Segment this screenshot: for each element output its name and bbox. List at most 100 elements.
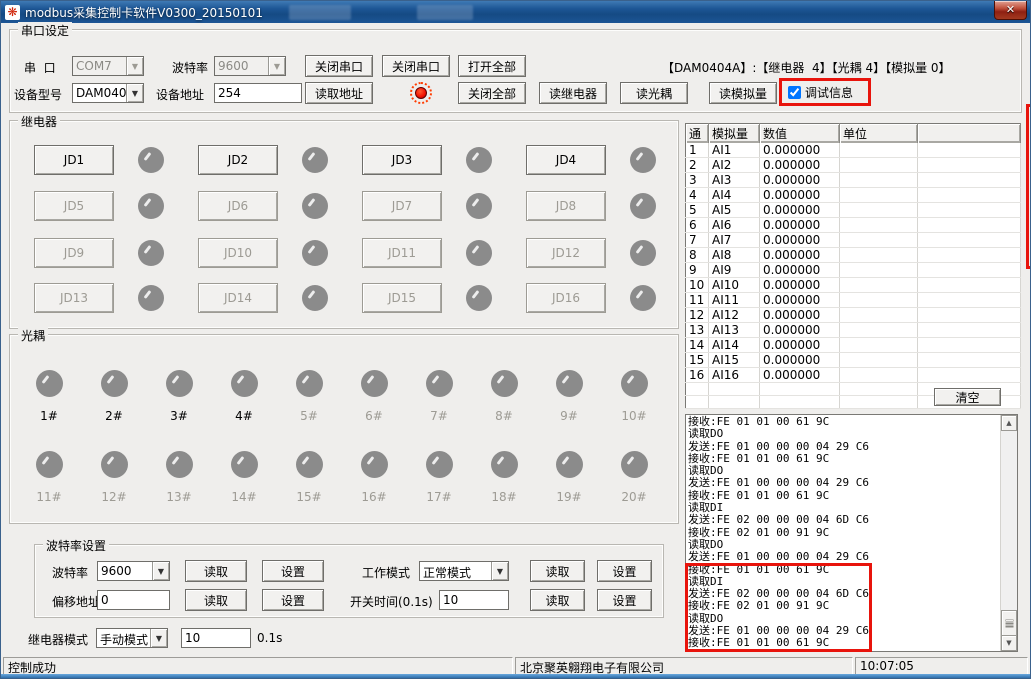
window-bottom-border <box>1 674 1030 678</box>
col-value[interactable]: 数值 <box>760 124 840 144</box>
relay-button-jd11[interactable]: JD11 <box>362 238 442 268</box>
relay-led-5 <box>138 193 164 219</box>
baudrate-set-button[interactable]: 设置 <box>262 560 324 582</box>
relay-mode-time-input[interactable] <box>181 628 251 648</box>
baud-settings-group: 波特率设置 波特率 9600 ▼ 读取 设置 工作模式 正常模式 ▼ 读取 设置… <box>34 544 664 618</box>
relay-button-jd13[interactable]: JD13 <box>34 283 114 313</box>
table-row[interactable]: 16AI160.000000 <box>686 368 1021 383</box>
table-row[interactable]: 11AI110.000000 <box>686 293 1021 308</box>
status-company: 北京聚英翱翔电子有限公司 <box>515 657 853 675</box>
com-port-select[interactable]: COM7 ▼ <box>72 56 144 76</box>
work-mode-read-button[interactable]: 读取 <box>530 560 585 582</box>
baudrate-setting-label: 波特率 <box>52 564 88 581</box>
table-row[interactable]: 4AI40.000000 <box>686 188 1021 203</box>
opto-led-10 <box>621 370 648 397</box>
switch-time-input[interactable] <box>439 590 509 610</box>
table-row[interactable]: 13AI130.000000 <box>686 323 1021 338</box>
opto-label-7: 7# <box>413 409 465 423</box>
baudrate-setting-select[interactable]: 9600 ▼ <box>97 561 170 581</box>
relay-button-jd7[interactable]: JD7 <box>362 191 442 221</box>
relay-button-jd5[interactable]: JD5 <box>34 191 114 221</box>
debug-log-area[interactable]: 接收:FE 01 01 00 61 9C 读取DO 发送:FE 01 00 00… <box>685 414 1018 652</box>
offset-set-button[interactable]: 设置 <box>262 589 324 611</box>
table-row[interactable]: 14AI140.000000 <box>686 338 1021 353</box>
log-scrollbar[interactable]: ▲ ▼ <box>1000 415 1017 651</box>
relay-button-jd10[interactable]: JD10 <box>198 238 278 268</box>
device-model-select[interactable]: DAM0404A ▼ <box>72 83 144 103</box>
opto-led-1 <box>36 370 63 397</box>
opto-group: 光耦 1# 2# 3# 4# 5# 6# 7# 8# 9# 10# 11# 12… <box>9 334 679 524</box>
relay-button-jd14[interactable]: JD14 <box>198 283 278 313</box>
clear-button[interactable]: 清空 <box>934 388 1001 406</box>
relay-led-2 <box>302 147 328 173</box>
open-all-button[interactable]: 打开全部 <box>458 55 526 77</box>
read-opto-button[interactable]: 读光耦 <box>620 82 688 104</box>
col-analog[interactable]: 模拟量 <box>709 124 760 144</box>
opto-led-20 <box>621 451 648 478</box>
col-extra[interactable] <box>918 124 1021 144</box>
table-row[interactable]: 2AI20.000000 <box>686 158 1021 173</box>
baudrate-select[interactable]: 9600 ▼ <box>214 56 286 76</box>
table-row[interactable]: 7AI70.000000 <box>686 233 1021 248</box>
scrollbar-thumb[interactable] <box>1001 610 1017 636</box>
app-logo-icon: ❋ <box>5 5 20 20</box>
scroll-up-icon[interactable]: ▲ <box>1001 415 1017 431</box>
table-row[interactable]: 5AI50.000000 <box>686 203 1021 218</box>
relay-led-14 <box>302 285 328 311</box>
work-mode-select[interactable]: 正常模式 ▼ <box>419 561 509 581</box>
close-serial-button-1[interactable]: 关闭串口 <box>305 55 373 77</box>
work-mode-set-button[interactable]: 设置 <box>597 560 652 582</box>
close-icon[interactable]: ✕ <box>994 1 1027 20</box>
table-row[interactable]: 9AI90.000000 <box>686 263 1021 278</box>
table-row[interactable]: 6AI60.000000 <box>686 218 1021 233</box>
debug-info-checkbox[interactable] <box>788 86 801 99</box>
table-row[interactable]: 10AI100.000000 <box>686 278 1021 293</box>
switch-time-label: 开关时间(0.1s) <box>350 593 433 610</box>
table-row[interactable]: 3AI30.000000 <box>686 173 1021 188</box>
relay-mode-select[interactable]: 手动模式 ▼ <box>96 628 168 648</box>
relay-button-jd3[interactable]: JD3 <box>362 145 442 175</box>
chevron-down-icon: ▼ <box>491 562 508 580</box>
switch-time-set-button[interactable]: 设置 <box>597 589 652 611</box>
relay-button-jd9[interactable]: JD9 <box>34 238 114 268</box>
offset-address-input[interactable] <box>97 590 170 610</box>
offset-read-button[interactable]: 读取 <box>185 589 247 611</box>
relay-button-jd8[interactable]: JD8 <box>526 191 606 221</box>
close-serial-button-2[interactable]: 关闭串口 <box>382 55 450 77</box>
table-row[interactable]: 15AI150.000000 <box>686 353 1021 368</box>
table-row[interactable]: 8AI80.000000 <box>686 248 1021 263</box>
relay-button-jd6[interactable]: JD6 <box>198 191 278 221</box>
relay-button-jd15[interactable]: JD15 <box>362 283 442 313</box>
baudrate-read-button[interactable]: 读取 <box>185 560 247 582</box>
col-channel[interactable]: 通 <box>686 124 709 144</box>
opto-led-2 <box>101 370 128 397</box>
relay-button-jd4[interactable]: JD4 <box>526 145 606 175</box>
close-all-button[interactable]: 关闭全部 <box>458 82 526 104</box>
table-row[interactable]: 12AI120.000000 <box>686 308 1021 323</box>
switch-time-read-button[interactable]: 读取 <box>530 589 585 611</box>
status-time: 10:07:05 <box>855 657 1028 675</box>
debug-info-checkbox-group: 调试信息 <box>788 84 853 101</box>
relay-led-15 <box>466 285 492 311</box>
table-row[interactable]: 1AI10.000000 <box>686 143 1021 158</box>
relay-led-10 <box>302 240 328 266</box>
read-relay-button[interactable]: 读继电器 <box>539 82 607 104</box>
read-address-button[interactable]: 读取地址 <box>305 82 373 104</box>
col-unit[interactable]: 单位 <box>840 124 918 144</box>
relay-button-jd1[interactable]: JD1 <box>34 145 114 175</box>
relay-button-jd2[interactable]: JD2 <box>198 145 278 175</box>
baudrate-label: 波特率 <box>172 59 208 76</box>
read-analog-button[interactable]: 读模拟量 <box>709 82 777 104</box>
relay-button-jd12[interactable]: JD12 <box>526 238 606 268</box>
chevron-down-icon: ▼ <box>126 84 143 102</box>
table-header-row: 通 模拟量 数值 单位 <box>686 124 1021 144</box>
scroll-down-icon[interactable]: ▼ <box>1001 635 1017 651</box>
device-address-label: 设备地址 <box>156 86 204 103</box>
chevron-down-icon: ▼ <box>126 57 143 75</box>
opto-led-8 <box>491 370 518 397</box>
opto-label-3: 3# <box>153 409 205 423</box>
opto-label-1: 1# <box>23 409 75 423</box>
relay-button-jd16[interactable]: JD16 <box>526 283 606 313</box>
device-address-input[interactable] <box>214 83 302 103</box>
offset-address-label: 偏移地址 <box>52 593 100 610</box>
